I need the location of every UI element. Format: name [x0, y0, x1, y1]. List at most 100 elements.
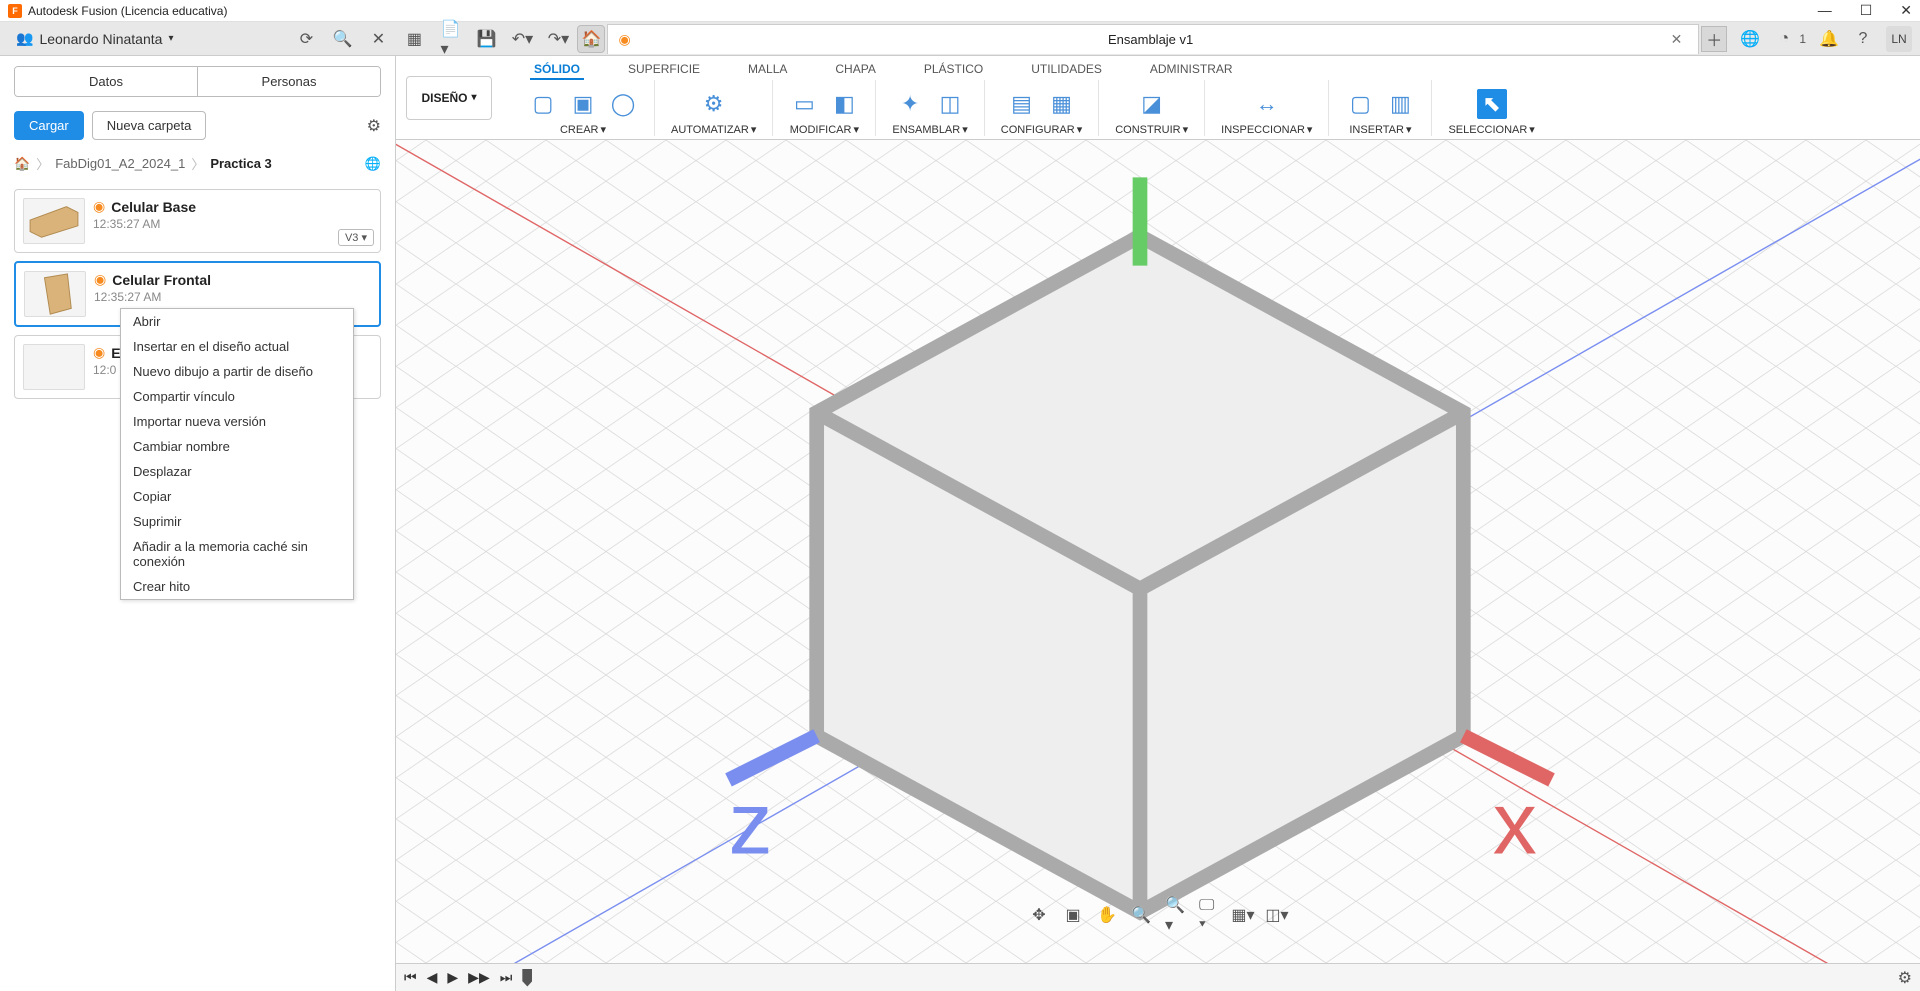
orbit-icon[interactable]: ✥ — [1029, 905, 1049, 925]
ctx-renombrar[interactable]: Cambiar nombre — [121, 434, 353, 459]
search-icon[interactable]: 🔍 — [333, 30, 351, 48]
file-thumbnail — [23, 344, 85, 390]
config-icon[interactable]: ▤ — [1006, 89, 1036, 119]
group-insertar[interactable]: INSERTAR ▾ — [1349, 123, 1411, 136]
group-ensamblar[interactable]: ENSAMBLAR ▾ — [892, 123, 967, 136]
select-icon[interactable]: ⬉ — [1477, 89, 1507, 119]
group-inspeccionar[interactable]: INSPECCIONAR ▾ — [1221, 123, 1312, 136]
insert-mcmaster-icon[interactable]: ▥ — [1385, 89, 1415, 119]
view-cube[interactable]: x z — [396, 148, 1902, 963]
close-panel-icon[interactable]: ✕ — [369, 30, 387, 48]
ctx-nuevo-dibujo[interactable]: Nuevo dibujo a partir de diseño — [121, 359, 353, 384]
zoom-window-icon[interactable]: 🔍▾ — [1165, 905, 1185, 925]
ribbon-tab-administrar[interactable]: ADMINISTRAR — [1146, 60, 1237, 80]
window-minimize-button[interactable]: — — [1818, 2, 1832, 19]
pan-icon[interactable]: ✋ — [1097, 905, 1117, 925]
svg-text:z: z — [729, 773, 773, 872]
ribbon-tab-malla[interactable]: MALLA — [744, 60, 791, 80]
timeline-play-icon[interactable]: ▶ — [447, 969, 458, 986]
window-title-bar: F Autodesk Fusion (Licencia educativa) —… — [0, 0, 1920, 22]
measure-icon[interactable]: ↔ — [1252, 89, 1282, 119]
extensions-icon[interactable]: 🌐 — [1739, 28, 1761, 50]
breadcrumb-folder[interactable]: Practica 3 — [210, 156, 271, 171]
document-tab-close[interactable]: ✕ — [1665, 31, 1689, 48]
display-settings-icon[interactable]: 🖵▾ — [1199, 905, 1219, 925]
timeline-back-icon[interactable]: ◀ — [427, 969, 438, 986]
presspull-icon[interactable]: ▭ — [789, 89, 819, 119]
tab-datos[interactable]: Datos — [15, 67, 197, 96]
cylinder-icon[interactable]: ◯ — [608, 89, 638, 119]
timeline-settings-icon[interactable]: ⚙ — [1898, 968, 1912, 988]
breadcrumb-project[interactable]: FabDig01_A2_2024_1 — [55, 156, 185, 171]
group-automatizar[interactable]: AUTOMATIZAR ▾ — [671, 123, 756, 136]
file-card[interactable]: ◉ Celular Base 12:35:27 AM V3 ▾ — [14, 189, 381, 253]
group-construir[interactable]: CONSTRUIR ▾ — [1115, 123, 1188, 136]
ctx-abrir[interactable]: Abrir — [121, 309, 353, 334]
help-icon[interactable]: ? — [1852, 28, 1874, 50]
upload-button[interactable]: Cargar — [14, 111, 84, 140]
insert-derive-icon[interactable]: ▢ — [1345, 89, 1375, 119]
tab-personas[interactable]: Personas — [197, 67, 380, 96]
workspace-switcher[interactable]: DISEÑO ▾ — [406, 76, 491, 120]
timeline-start-icon[interactable]: ⏮ — [404, 969, 417, 986]
automate-icon[interactable]: ⚙ — [699, 89, 729, 119]
version-badge[interactable]: V3 ▾ — [338, 229, 374, 246]
refresh-icon[interactable]: ⟳ — [297, 30, 315, 48]
team-dropdown[interactable]: 👥 Leonardo Ninatanta ▾ — [8, 26, 181, 51]
model-canvas[interactable]: x z ✥ ▣ ✋ 🔍 🔍▾ 🖵▾ ▦▾ ◫▾ — [396, 140, 1920, 963]
user-avatar[interactable]: LN — [1886, 26, 1912, 52]
ribbon-tab-chapa[interactable]: CHAPA — [831, 60, 879, 80]
asbuilt-joint-icon[interactable]: ◫ — [935, 89, 965, 119]
job-status-icon[interactable]: ◔ — [1773, 28, 1795, 50]
cube-icon: ◉ — [93, 344, 105, 361]
joint-icon[interactable]: ✦ — [895, 89, 925, 119]
ctx-copiar[interactable]: Copiar — [121, 484, 353, 509]
undo-icon[interactable]: ↶▾ — [513, 30, 531, 48]
breadcrumb-home-icon[interactable]: 🏠 — [14, 156, 30, 172]
ctx-compartir[interactable]: Compartir vínculo — [121, 384, 353, 409]
ribbon-tab-solido[interactable]: SÓLIDO — [530, 60, 584, 80]
cube-icon: ◉ — [618, 31, 630, 48]
ribbon-tab-superficie[interactable]: SUPERFICIE — [624, 60, 704, 80]
construct-plane-icon[interactable]: ◪ — [1137, 89, 1167, 119]
ctx-suprimir[interactable]: Suprimir — [121, 509, 353, 534]
ctx-insertar[interactable]: Insertar en el diseño actual — [121, 334, 353, 359]
ribbon: DISEÑO ▾ SÓLIDO SUPERFICIE MALLA CHAPA P… — [396, 56, 1920, 140]
share-globe-icon[interactable]: 🌐 — [365, 156, 381, 172]
save-icon[interactable]: 💾 — [477, 30, 495, 48]
window-maximize-button[interactable]: ☐ — [1860, 2, 1873, 19]
group-crear[interactable]: CREAR ▾ — [560, 123, 606, 136]
ctx-importar[interactable]: Importar nueva versión — [121, 409, 353, 434]
ribbon-tab-utilidades[interactable]: UTILIDADES — [1027, 60, 1106, 80]
new-folder-button[interactable]: Nueva carpeta — [92, 111, 207, 140]
app-toolbar: 👥 Leonardo Ninatanta ▾ ⟳ 🔍 ✕ ▦ 📄▾ 💾 ↶▾ ↷… — [0, 22, 1920, 56]
window-close-button[interactable]: ✕ — [1900, 2, 1912, 19]
group-seleccionar[interactable]: SELECCIONAR ▾ — [1448, 123, 1534, 136]
ctx-cache[interactable]: Añadir a la memoria caché sin conexión — [121, 534, 353, 574]
panel-settings-icon[interactable]: ⚙ — [367, 116, 381, 136]
grid-settings-icon[interactable]: ▦▾ — [1233, 905, 1253, 925]
box-icon[interactable]: ▣ — [568, 89, 598, 119]
table-icon[interactable]: ▦ — [1046, 89, 1076, 119]
add-tab-button[interactable]: ＋ — [1701, 26, 1727, 52]
grid-apps-icon[interactable]: ▦ — [405, 30, 423, 48]
home-tab-button[interactable]: 🏠 — [577, 25, 605, 53]
timeline-end-icon[interactable]: ⏭ — [500, 969, 513, 986]
look-at-icon[interactable]: ▣ — [1063, 905, 1083, 925]
group-configurar[interactable]: CONFIGURAR ▾ — [1001, 123, 1082, 136]
redo-icon[interactable]: ↷▾ — [549, 30, 567, 48]
ctx-hito[interactable]: Crear hito — [121, 574, 353, 599]
new-file-icon[interactable]: 📄▾ — [441, 30, 459, 48]
cube-icon: ◉ — [94, 271, 106, 288]
ctx-desplazar[interactable]: Desplazar — [121, 459, 353, 484]
document-tab[interactable]: ◉ Ensamblaje v1 ✕ — [607, 24, 1699, 54]
group-modificar[interactable]: MODIFICAR ▾ — [790, 123, 859, 136]
zoom-icon[interactable]: 🔍 — [1131, 905, 1151, 925]
notifications-icon[interactable]: 🔔 — [1818, 28, 1840, 50]
timeline-marker[interactable] — [522, 969, 532, 987]
sketch-icon[interactable]: ▢ — [528, 89, 558, 119]
viewport-settings-icon[interactable]: ◫▾ — [1267, 905, 1287, 925]
ribbon-tab-plastico[interactable]: PLÁSTICO — [920, 60, 987, 80]
fillet-icon[interactable]: ◧ — [829, 89, 859, 119]
timeline-forward-icon[interactable]: ▶▶ — [468, 969, 490, 986]
